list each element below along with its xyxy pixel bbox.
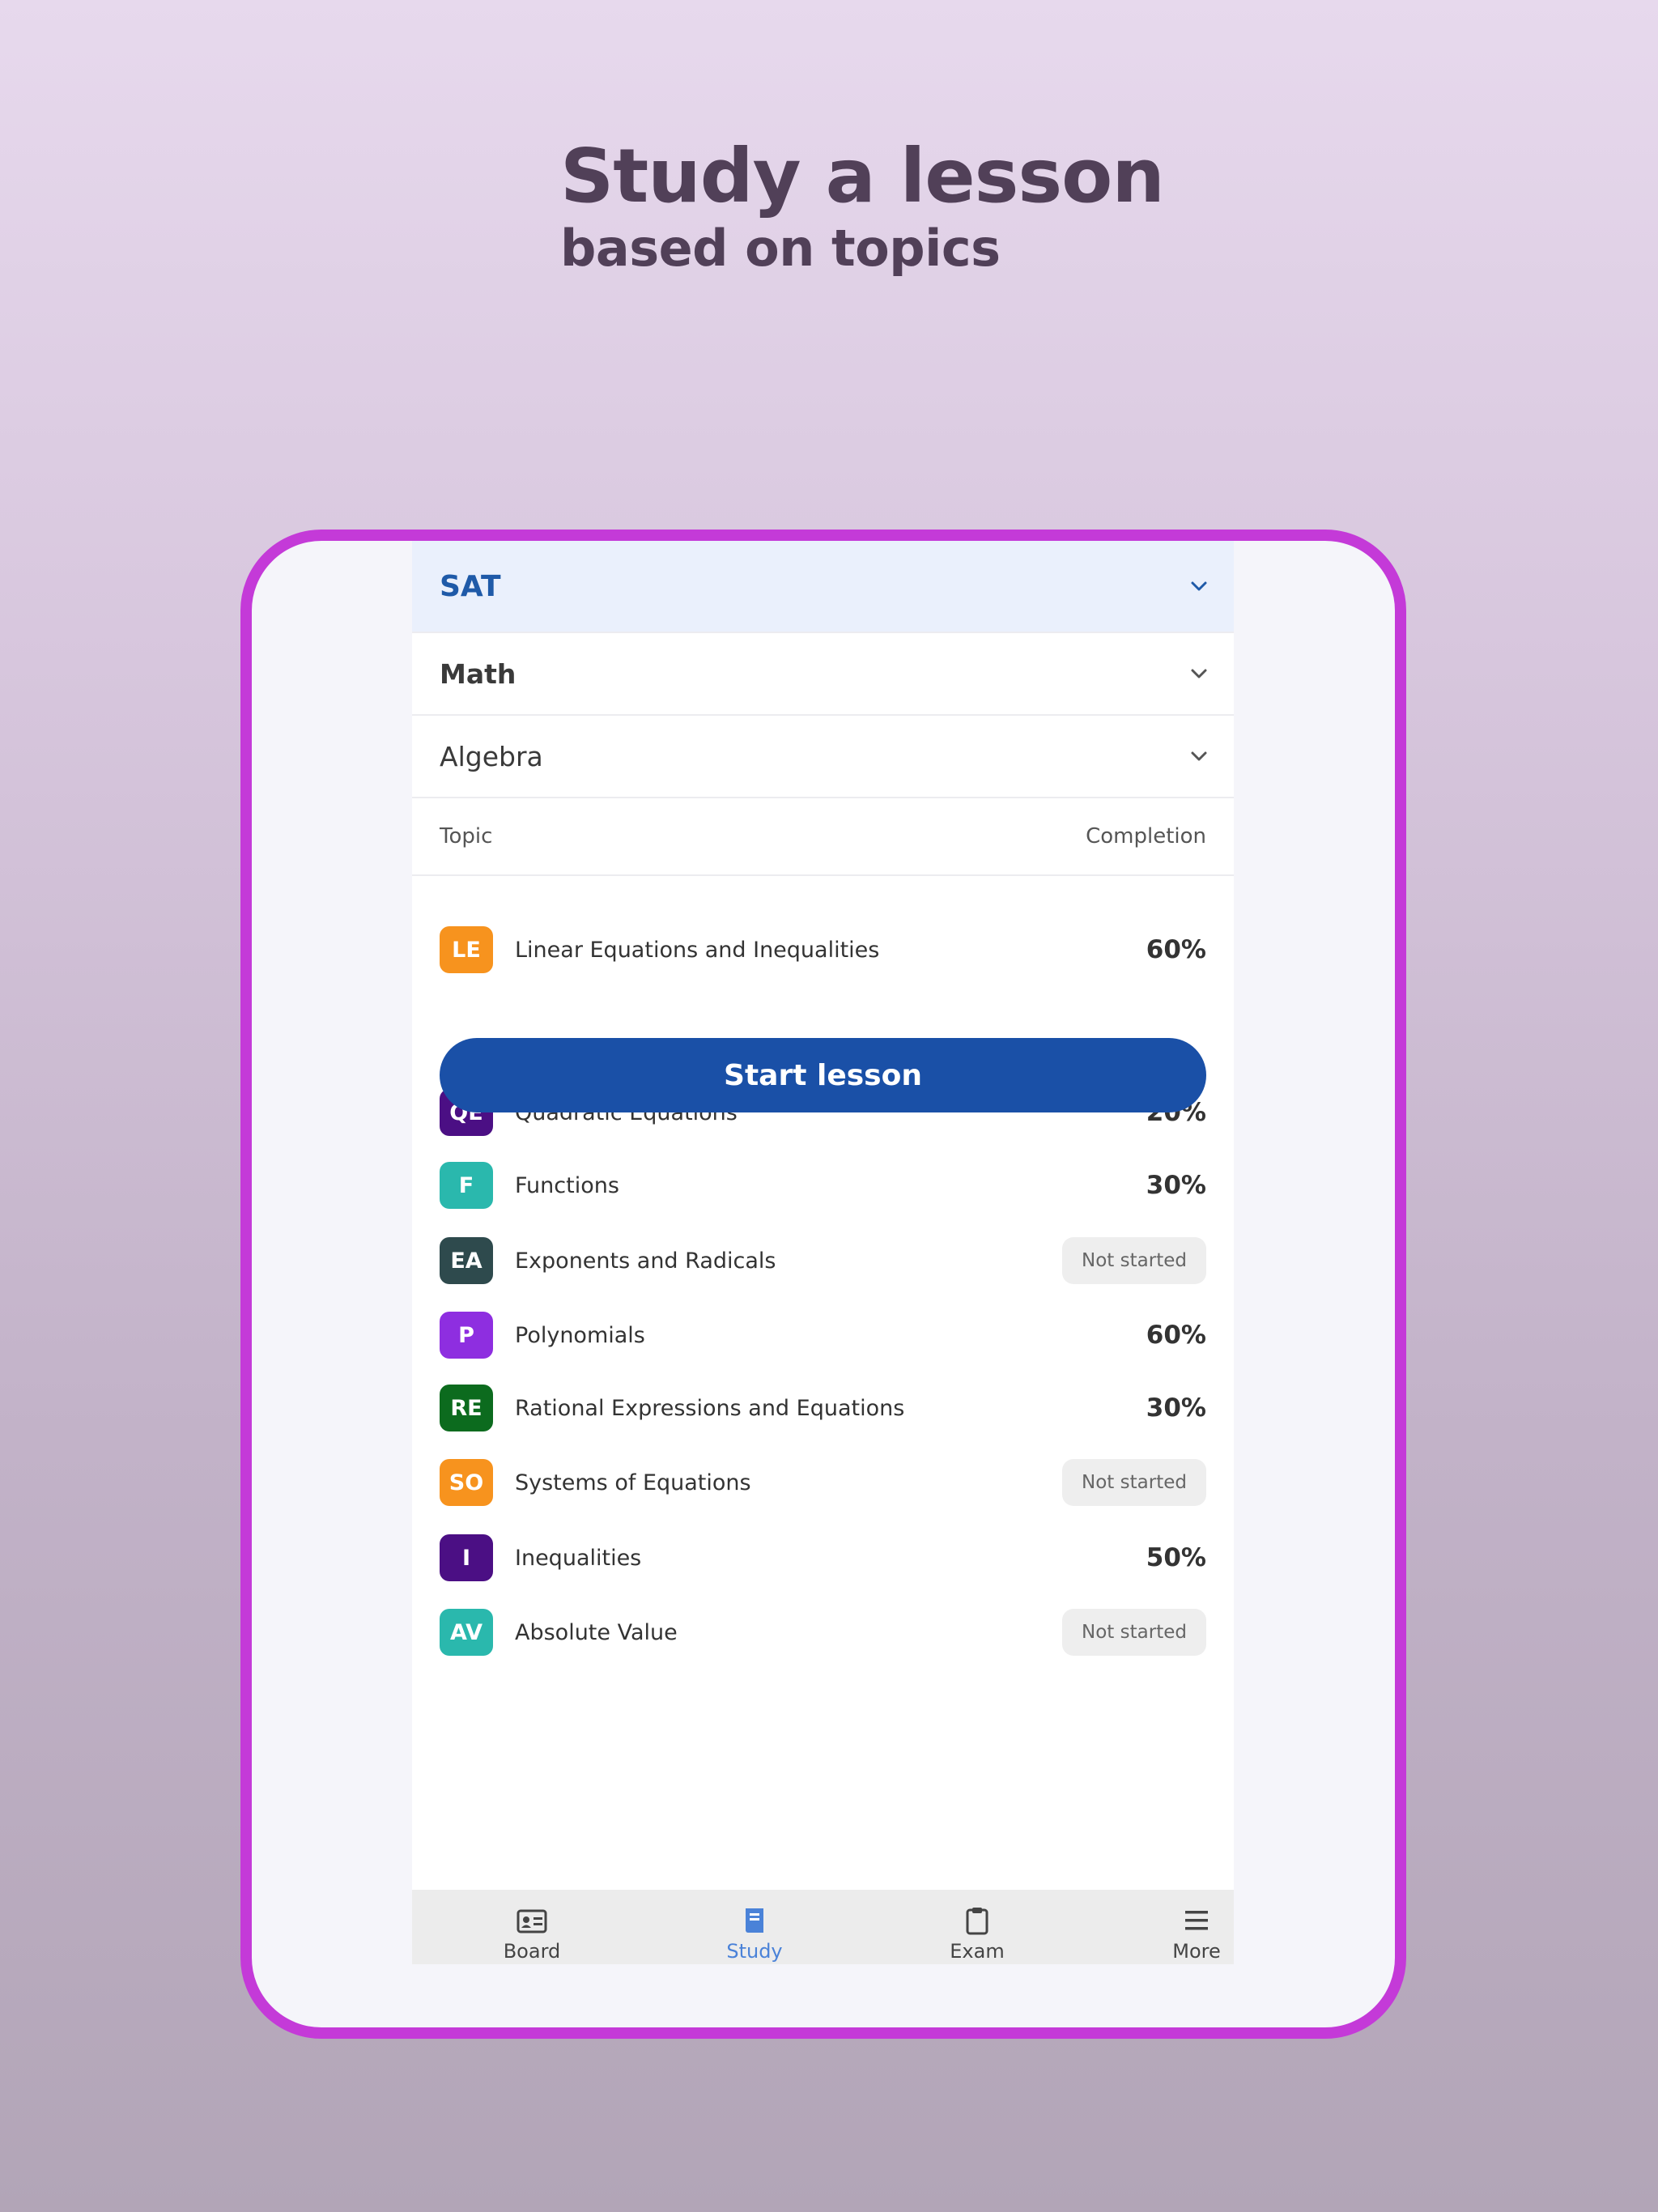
not-started-badge: Not started: [1062, 1609, 1206, 1656]
topics-table-header: Topic Completion: [412, 798, 1234, 876]
column-completion: Completion: [1086, 824, 1206, 849]
topic-completion: 30%: [1146, 1393, 1206, 1423]
topic-row[interactable]: LE Linear Equations and Inequalities 60%: [440, 925, 1206, 974]
topic-completion: 50%: [1146, 1543, 1206, 1572]
topic-row[interactable]: AV Absolute Value Not started: [440, 1608, 1206, 1657]
tab-exam-label: Exam: [950, 1940, 1005, 1963]
topic-name: Linear Equations and Inequalities: [515, 937, 880, 963]
tab-board-label: Board: [503, 1940, 561, 1963]
not-started-badge: Not started: [1062, 1459, 1206, 1506]
headline: Study a lesson based on topics: [560, 133, 1165, 280]
topic-name: Systems of Equations: [515, 1470, 751, 1495]
chevron-down-icon: [1190, 577, 1208, 595]
tab-study[interactable]: Study: [698, 1906, 811, 1963]
chevron-down-icon: [1190, 747, 1208, 765]
exam-selector-label: SAT: [440, 569, 501, 603]
topic-completion: 60%: [1146, 935, 1206, 964]
subject-selector[interactable]: Math: [412, 633, 1234, 716]
topic-row[interactable]: SO Systems of Equations Not started: [440, 1458, 1206, 1507]
clipboard-icon: [966, 1908, 988, 1935]
topic-badge: I: [440, 1534, 493, 1581]
chapter-selector[interactable]: Algebra: [412, 716, 1234, 798]
topic-name: Exponents and Radicals: [515, 1248, 776, 1274]
start-lesson-button[interactable]: Start lesson: [440, 1038, 1206, 1112]
topic-row[interactable]: P Polynomials 60%: [440, 1311, 1206, 1359]
topic-row[interactable]: F Functions 30%: [440, 1161, 1206, 1210]
topic-name: Rational Expressions and Equations: [515, 1395, 905, 1421]
topic-completion: 30%: [1146, 1171, 1206, 1200]
menu-icon: [1185, 1911, 1208, 1930]
chapter-selector-label: Algebra: [440, 740, 543, 772]
topic-name: Functions: [515, 1172, 619, 1198]
tab-board[interactable]: Board: [475, 1906, 589, 1963]
headline-title: Study a lesson: [560, 133, 1165, 219]
topic-name: Absolute Value: [515, 1619, 678, 1645]
topic-name: Polynomials: [515, 1322, 645, 1348]
topic-row[interactable]: EA Exponents and Radicals Not started: [440, 1236, 1206, 1285]
column-topic: Topic: [440, 824, 493, 849]
headline-subtitle: based on topics: [560, 219, 1001, 278]
tab-more[interactable]: More: [1140, 1906, 1253, 1963]
topic-completion: 60%: [1146, 1321, 1206, 1350]
topic-row[interactable]: RE Rational Expressions and Equations 30%: [440, 1384, 1206, 1432]
topic-badge: F: [440, 1162, 493, 1209]
topic-badge: LE: [440, 926, 493, 973]
tab-study-label: Study: [726, 1940, 783, 1963]
topic-badge: SO: [440, 1459, 493, 1506]
exam-selector[interactable]: SAT: [412, 541, 1234, 633]
topic-badge: RE: [440, 1385, 493, 1431]
topic-name: Inequalities: [515, 1545, 642, 1571]
bottom-tab-bar: Board Study Exam More: [412, 1890, 1234, 1964]
tab-exam[interactable]: Exam: [920, 1906, 1034, 1963]
tab-more-label: More: [1172, 1940, 1221, 1963]
subject-selector-label: Math: [440, 657, 517, 690]
topic-row[interactable]: I Inequalities 50%: [440, 1534, 1206, 1582]
topic-badge: P: [440, 1312, 493, 1359]
book-icon: [746, 1908, 763, 1933]
id-card-icon: [517, 1909, 547, 1933]
device-frame: SAT Math Algebra Topic Completion LE Line…: [240, 530, 1406, 2039]
app-screen: SAT Math Algebra Topic Completion LE Line…: [412, 541, 1234, 1964]
topic-badge: AV: [440, 1609, 493, 1656]
topics-list: LE Linear Equations and Inequalities 60% QE…: [412, 876, 1234, 1929]
topic-badge: EA: [440, 1237, 493, 1284]
not-started-badge: Not started: [1062, 1237, 1206, 1284]
chevron-down-icon: [1190, 665, 1208, 683]
